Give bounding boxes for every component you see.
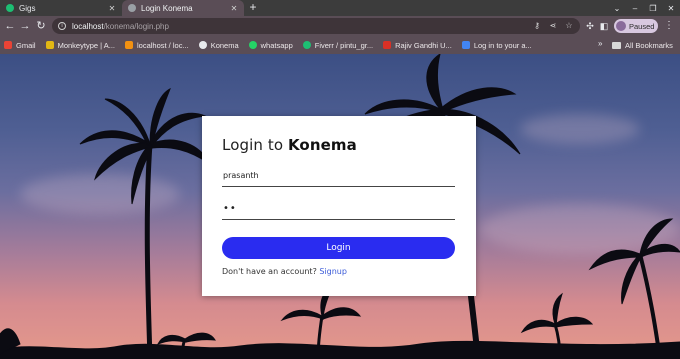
bookmark-label: Log in to your a... (473, 40, 532, 50)
fiverr-favicon-icon (6, 4, 14, 12)
star-icon[interactable]: ☆ (564, 21, 574, 31)
bookmark-gmail[interactable]: Gmail (4, 41, 36, 50)
folder-icon (612, 41, 621, 49)
bookmarks-bar: Gmail Monkeytype | A... localhost / loc.… (0, 36, 680, 54)
title-prefix: Login to (222, 136, 284, 154)
bookmark-label: Fiverr / pintu_gr... (314, 40, 374, 50)
username-input[interactable]: prasanth (222, 171, 455, 187)
globe-icon (198, 41, 207, 49)
avatar (616, 21, 626, 31)
forward-arrow-icon[interactable]: → (18, 19, 32, 33)
bookmark-monkeytype[interactable]: Monkeytype | A... (45, 40, 115, 50)
login-title: Login to Konema (222, 136, 456, 154)
profile-status: Paused (629, 21, 655, 31)
puzzle-icon[interactable]: ✣ (584, 19, 596, 33)
window-controls: ⌄ – ❐ ✕ (608, 0, 680, 16)
bookmark-label: Monkeytype | A... (57, 40, 115, 50)
key-icon[interactable]: ⚷ (532, 21, 542, 31)
bookmark-whatsapp[interactable]: whatsapp (248, 40, 293, 50)
all-bookmarks-label: All Bookmarks (625, 40, 673, 50)
bookmarks-overflow-icon[interactable]: » (598, 39, 602, 48)
site-info-icon[interactable]: i (58, 22, 66, 30)
bookmark-label: Rajiv Gandhi U... (395, 40, 452, 50)
close-window-icon[interactable]: ✕ (662, 4, 680, 13)
bookmark-label: whatsapp (260, 40, 293, 50)
address-bar[interactable]: i localhost/konema/login.php ⚷ ⋖ ☆ (52, 18, 580, 34)
back-arrow-icon[interactable]: ← (3, 19, 17, 33)
bookmark-log-in[interactable]: Log in to your a... (461, 40, 532, 50)
share-icon[interactable]: ⋖ (548, 21, 558, 31)
bookmark-label: Konema (210, 40, 239, 50)
login-button[interactable]: Login (222, 237, 455, 259)
title-brand: Konema (287, 136, 357, 154)
globe-favicon-icon (128, 4, 136, 12)
page-background: Login to Konema prasanth •• Login Don't … (0, 54, 680, 359)
gmail-icon (4, 41, 12, 49)
university-icon (383, 41, 392, 49)
tab-search-icon[interactable]: ⌄ (608, 4, 626, 13)
login-icon (461, 41, 470, 49)
signup-row: Don't have an account? Signup (222, 267, 347, 276)
bookmark-label: Gmail (16, 40, 36, 50)
bookmark-localhost[interactable]: localhost / loc... (125, 41, 189, 50)
tab-close-icon[interactable]: ✕ (108, 4, 116, 13)
fiverr-icon (302, 41, 311, 49)
new-tab-button[interactable]: + (247, 1, 259, 14)
password-input[interactable]: •• (222, 204, 455, 220)
tab-label: Gigs (19, 3, 36, 13)
login-card: Login to Konema prasanth •• Login Don't … (202, 116, 476, 296)
tab-gigs[interactable]: Gigs ✕ (0, 0, 122, 16)
whatsapp-icon (248, 41, 257, 49)
bookmark-rajiv-gandhi[interactable]: Rajiv Gandhi U... (383, 41, 452, 50)
url-host: localhost (72, 21, 104, 31)
tab-login-konema[interactable]: Login Konema ✕ (122, 0, 244, 16)
menu-kebab-icon[interactable]: ⋮ (664, 19, 674, 33)
tab-strip: Gigs ✕ Login Konema ✕ + ⌄ – ❐ ✕ (0, 0, 680, 16)
signup-link[interactable]: Signup (319, 267, 347, 276)
sidepanel-icon[interactable]: ◧ (598, 19, 610, 33)
profile-button[interactable]: Paused (614, 19, 658, 33)
restore-icon[interactable]: ❐ (644, 4, 662, 13)
tab-close-icon[interactable]: ✕ (230, 4, 238, 13)
reload-icon[interactable]: ↻ (34, 19, 48, 33)
monkeytype-icon (45, 41, 54, 49)
tab-label: Login Konema (141, 3, 193, 13)
bookmark-fiverr[interactable]: Fiverr / pintu_gr... (302, 40, 374, 50)
bookmark-konema[interactable]: Konema (198, 40, 239, 50)
phpmyadmin-icon (125, 41, 133, 49)
signup-prompt: Don't have an account? (222, 267, 317, 276)
minimize-icon[interactable]: – (626, 4, 644, 13)
browser-toolbar: ← → ↻ i localhost/konema/login.php ⚷ ⋖ ☆… (0, 16, 680, 36)
bookmark-label: localhost / loc... (137, 40, 189, 50)
all-bookmarks-button[interactable]: All Bookmarks (612, 36, 673, 54)
url-path: /konema/login.php (103, 21, 169, 31)
